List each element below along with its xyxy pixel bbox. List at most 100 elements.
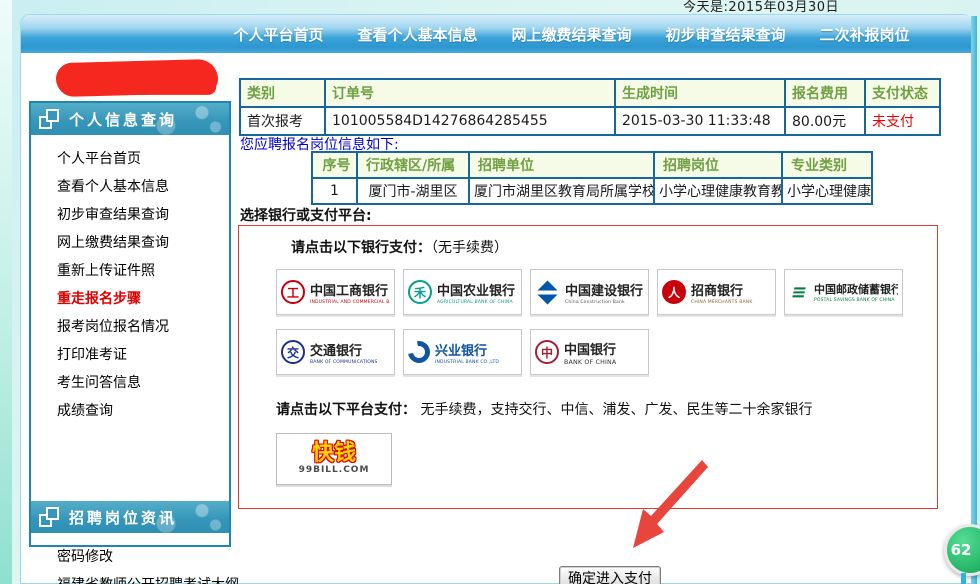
- payment-status-badge: 未支付: [865, 107, 940, 135]
- bank-name: 招商银行: [691, 280, 759, 299]
- bank-name: 中国邮政储蓄银行: [814, 281, 898, 297]
- order-table-row: 首次报考 101005584D14276864285455 2015-03-30…: [240, 107, 940, 135]
- boc-logo-icon: 中: [535, 340, 559, 364]
- sidebar-menu-personal-info: 个人平台首页 查看个人基本信息 初步审查结果查询 网上缴费结果查询 重新上传证件…: [31, 135, 229, 431]
- sidebar-item-post-registration-status[interactable]: 报考岗位报名情况: [57, 313, 229, 341]
- payment-options-box: 请点击以下银行支付：（无手续费） 工 中国工商银行 INDUSTRIAL AND…: [238, 225, 938, 509]
- bank-button-bocom[interactable]: 交 交通银行 BANK OF COMMUNICATIONS: [276, 329, 395, 375]
- order-created-cell: 2015-03-30 11:33:48: [615, 107, 785, 135]
- main-window: 个人平台首页 查看个人基本信息 网上缴费结果查询 初步审查结果查询 二次补报岗位…: [20, 14, 972, 584]
- sidebar-spacer: [31, 431, 229, 501]
- bank-payment-note-rest: （无手续费）: [431, 240, 508, 256]
- today-date-text: 今天是:2015年03月30日: [683, 0, 839, 15]
- bank-name: 中国银行: [564, 339, 622, 358]
- sidebar-section-personal-info-header: 个人信息查询: [31, 103, 229, 135]
- sidebar-item-candidate-qa[interactable]: 考生问答信息: [57, 369, 229, 397]
- nav-item-view-basic-info[interactable]: 查看个人基本信息: [357, 24, 477, 45]
- overlapping-squares-icon: [39, 109, 59, 129]
- bank-payment-note: 请点击以下银行支付：（无手续费）: [291, 237, 937, 257]
- pos-district-cell: 厦门市-湖里区: [357, 178, 469, 204]
- sidebar: 个人信息查询 个人平台首页 查看个人基本信息 初步审查结果查询 网上缴费结果查询…: [29, 101, 231, 547]
- sidebar-item-preliminary-review-result[interactable]: 初步审查结果查询: [57, 201, 229, 229]
- bank-name: 兴业银行: [435, 340, 506, 359]
- bank-button-psbc[interactable]: ≡ 中国邮政储蓄银行 POSTAL SAVINGS BANK OF CHINA: [784, 269, 903, 315]
- order-fee-cell: 80.00元: [785, 107, 865, 135]
- pos-post-cell: 小学心理健康教育教师: [654, 178, 782, 204]
- pos-col-index: 序号: [312, 152, 357, 178]
- sidebar-item-score-query[interactable]: 成绩查询: [57, 397, 229, 425]
- abc-logo-icon: 禾: [408, 280, 432, 304]
- bank-subtitle: CHINA MERCHANTS BANK: [691, 299, 752, 304]
- bank-button-boc[interactable]: 中 中国银行 BANK OF CHINA: [530, 329, 649, 375]
- position-table: 序号 行政辖区/所属 招聘单位 招聘岗位 专业类别 1 厦门市-湖里区 厦门市湖…: [311, 151, 873, 205]
- pos-major-cell: 小学心理健康教育: [782, 178, 872, 204]
- bank-name: 交通银行: [310, 340, 385, 359]
- choose-payment-title: 选择银行或支付平台:: [240, 205, 372, 225]
- sidebar-item-online-payment-result[interactable]: 网上缴费结果查询: [57, 229, 229, 257]
- platform-payment-note: 请点击以下平台支付： 无手续费，支持交行、中信、浦发、广发、民生等二十余家银行: [276, 399, 937, 419]
- sidebar-item-view-basic-info[interactable]: 查看个人基本信息: [57, 173, 229, 201]
- order-col-order-no: 订单号: [325, 79, 615, 107]
- platform-payment-note-bold: 请点击以下平台支付：: [276, 402, 416, 418]
- bocom-logo-icon: 交: [281, 340, 305, 364]
- sidebar-item-exam-outline[interactable]: 福建省教师公开招聘考试大纲: [57, 571, 229, 584]
- pos-col-post: 招聘岗位: [654, 152, 782, 178]
- bank-name: 中国工商银行: [310, 280, 390, 299]
- sidebar-item-redo-registration[interactable]: 重走报名步骤: [57, 285, 229, 313]
- 99bill-logo-subtitle: 99BILL.COM: [299, 465, 370, 475]
- cmb-logo-icon: 人: [662, 280, 686, 304]
- bank-subtitle: INDUSTRIAL BANK CO.,LTD: [435, 359, 499, 364]
- bank-button-cib[interactable]: 兴业银行 INDUSTRIAL BANK CO.,LTD: [403, 329, 522, 375]
- badge-count: 62: [951, 541, 972, 559]
- overlapping-squares-icon: [39, 507, 59, 527]
- nav-item-online-payment-result[interactable]: 网上缴费结果查询: [511, 24, 631, 45]
- pos-col-employer: 招聘单位: [469, 152, 654, 178]
- sidebar-section-recruit-info-header: 招聘岗位资讯: [31, 501, 229, 533]
- sidebar-section-title: 招聘岗位资讯: [69, 507, 177, 528]
- bank-button-cmb[interactable]: 人 招商银行 CHINA MERCHANTS BANK: [657, 269, 776, 315]
- window-right-border: [971, 16, 977, 584]
- page-background-strip: [0, 0, 12, 584]
- 99bill-logo-icon: 快钱: [312, 443, 356, 465]
- sidebar-item-print-admission-ticket[interactable]: 打印准考证: [57, 341, 229, 369]
- bank-subtitle: INDUSTRIAL AND COMMERCIAL BANK OF CHINA: [310, 299, 382, 304]
- sidebar-menu-recruit-info: 密码修改 福建省教师公开招聘考试大纲 退出平台: [31, 533, 229, 584]
- bank-name: 中国农业银行: [437, 280, 517, 299]
- bank-button-abc[interactable]: 禾 中国农业银行 AGRICULTURAL BANK OF CHINA: [403, 269, 522, 315]
- redacted-name-scribble: [56, 59, 219, 97]
- sidebar-item-reupload-photo[interactable]: 重新上传证件照: [57, 257, 229, 285]
- pos-index-cell: 1: [312, 178, 357, 204]
- ccb-logo-icon: [535, 280, 559, 304]
- badge-stem: [961, 573, 966, 584]
- sidebar-section-title: 个人信息查询: [69, 109, 177, 130]
- bank-subtitle: BANK OF COMMUNICATIONS: [310, 359, 378, 364]
- bank-name: 中国建设银行: [565, 280, 643, 299]
- order-col-category: 类别: [240, 79, 325, 107]
- pos-col-district: 行政辖区/所属: [357, 152, 469, 178]
- top-navigation-bar: 个人平台首页 查看个人基本信息 网上缴费结果查询 初步审查结果查询 二次补报岗位: [21, 15, 972, 53]
- bank-payment-note-bold: 请点击以下银行支付：: [291, 240, 431, 256]
- pos-col-major: 专业类别: [782, 152, 872, 178]
- position-table-header-row: 序号 行政辖区/所属 招聘单位 招聘岗位 专业类别: [312, 152, 872, 178]
- bank-row-1: 工 中国工商银行 INDUSTRIAL AND COMMERCIAL BANK …: [276, 269, 937, 315]
- sidebar-item-personal-home[interactable]: 个人平台首页: [57, 145, 229, 173]
- order-table-header-row: 类别 订单号 生成时间 报名费用 支付状态: [240, 79, 940, 107]
- nav-item-preliminary-review-result[interactable]: 初步审查结果查询: [666, 24, 786, 45]
- platform-payment-note-rest: 无手续费，支持交行、中信、浦发、广发、民生等二十余家银行: [420, 402, 812, 418]
- bank-subtitle: AGRICULTURAL BANK OF CHINA: [437, 299, 509, 304]
- pos-employer-cell: 厦门市湖里区教育局所属学校: [469, 178, 654, 204]
- sidebar-item-change-password[interactable]: 密码修改: [57, 543, 229, 571]
- psbc-logo-icon: ≡: [787, 282, 811, 303]
- order-category-cell: 首次报考: [240, 107, 325, 135]
- bank-subtitle: POSTAL SAVINGS BANK OF CHINA: [814, 297, 890, 302]
- bank-button-icbc[interactable]: 工 中国工商银行 INDUSTRIAL AND COMMERCIAL BANK …: [276, 269, 395, 315]
- confirm-payment-button[interactable]: 确定进入支付: [559, 566, 661, 584]
- bank-subtitle: BANK OF CHINA: [564, 358, 616, 365]
- bank-subtitle: China Construction Bank: [565, 299, 635, 304]
- nav-item-second-supplementary-post[interactable]: 二次补报岗位: [820, 24, 910, 45]
- platform-button-99bill[interactable]: 快钱 99BILL.COM: [276, 433, 392, 485]
- position-table-row: 1 厦门市-湖里区 厦门市湖里区教育局所属学校 小学心理健康教育教师 小学心理健…: [312, 178, 872, 204]
- payment-page: { "date_banner": "今天是:2015年03月30日", "top…: [0, 0, 980, 584]
- nav-item-personal-home[interactable]: 个人平台首页: [233, 24, 323, 45]
- bank-button-ccb[interactable]: 中国建设银行 China Construction Bank: [530, 269, 649, 315]
